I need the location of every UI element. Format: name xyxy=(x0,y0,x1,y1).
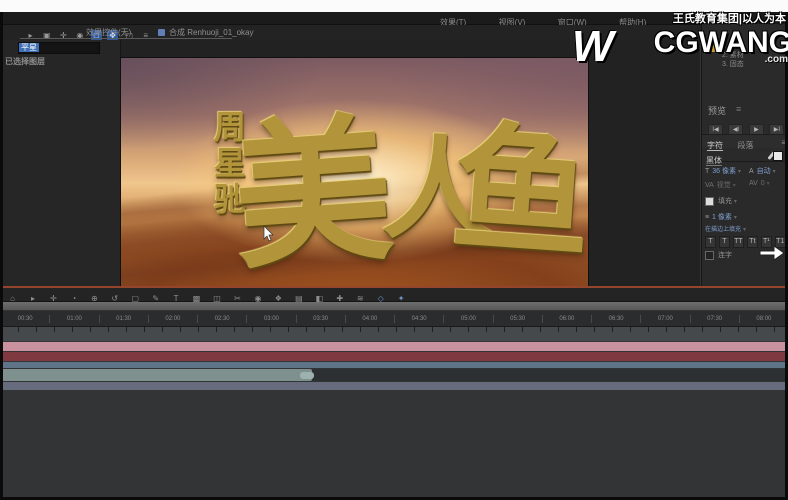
font-size-value[interactable]: 36 像素 xyxy=(712,168,736,175)
stroke-type-row: 在描边上填充 ▾ xyxy=(705,224,786,236)
kerning-value[interactable]: 视觉 xyxy=(717,182,731,189)
tracking-value[interactable]: 0 xyxy=(761,180,765,187)
faux-bold-button[interactable]: T xyxy=(705,236,716,248)
caret-down-icon[interactable]: ▾ xyxy=(738,169,741,175)
font-family-row[interactable]: 黑体 xyxy=(706,150,785,166)
ruler-tick: 05:00 xyxy=(443,314,492,323)
ruler-tick: 07:30 xyxy=(689,314,739,323)
ruler-tick: 02:30 xyxy=(197,314,246,323)
ruler-tick: 03:30 xyxy=(295,314,345,323)
tracking-icon: AV xyxy=(749,180,758,187)
small-caps-button[interactable]: Tt xyxy=(746,236,758,248)
project-status-label: 已选择图层 xyxy=(5,57,45,66)
timeline-ruler[interactable]: 00:30 01:00 01:30 02:00 02:30 03:00 03:3… xyxy=(0,311,788,327)
menu-bar: 效果(T) 视图(V) 窗口(W) 帮助(H) xyxy=(0,12,788,27)
timeline-empty-area xyxy=(0,390,788,497)
project-item-list: 1. 合成 2. 素材 3. 固态 xyxy=(702,42,744,69)
project-item[interactable]: 3. 固态 xyxy=(722,60,744,69)
search-input[interactable]: 平星 xyxy=(18,42,100,54)
panel-arrow-cursor-icon xyxy=(759,245,785,261)
mouse-cursor-icon xyxy=(263,226,274,242)
ruler-tick: 06:00 xyxy=(541,314,591,323)
ruler-tick: 04:00 xyxy=(344,314,394,323)
layer-bar-pink[interactable] xyxy=(0,342,788,351)
all-caps-button[interactable]: TT xyxy=(732,236,744,248)
ruler-tick: 08:00 xyxy=(738,314,788,323)
ruler-tick: 07:00 xyxy=(640,314,689,323)
composition-viewport[interactable]: 周星驰 美 人 鱼 xyxy=(120,57,589,287)
ligatures-label: 连字 xyxy=(717,252,732,259)
ruler-tick: 04:30 xyxy=(394,314,443,323)
after-effects-window: 效果(T) 视图(V) 窗口(W) 帮助(H) ▸ ▣ ✛ ◉ □ ✥ ▢ ≡ … xyxy=(0,0,788,500)
project-panel: 平星 已选择图层 xyxy=(0,40,121,286)
layer-bar-teal[interactable] xyxy=(0,369,312,381)
ruler-tick: 05:30 xyxy=(492,314,542,323)
tab-composition-label: 合成 Renhuoji_01_okay xyxy=(169,28,254,37)
stroke-width-icon: ≡ xyxy=(705,214,710,221)
keyframe-marker-row[interactable] xyxy=(0,327,788,341)
tab-paragraph[interactable]: 段落 xyxy=(737,141,753,150)
project-item[interactable]: 2. 素材 xyxy=(722,51,744,60)
font-family-value[interactable]: 黑体 xyxy=(706,156,722,166)
leading-icon: A xyxy=(749,168,754,175)
caret-down-icon[interactable]: ▾ xyxy=(743,227,746,233)
ruler-tick: 06:30 xyxy=(591,314,640,323)
search-selected-text: 平星 xyxy=(19,43,39,52)
kerning-row: VA 视觉 ▾ AV 0 ▾ xyxy=(705,180,786,192)
ligatures-checkbox[interactable] xyxy=(705,250,714,260)
layer-bar-blue[interactable] xyxy=(0,382,788,390)
ruler-tick: 03:00 xyxy=(246,314,295,323)
layer-bar-slate[interactable] xyxy=(0,362,788,368)
title-char-mei: 美 xyxy=(227,96,399,287)
leading-value[interactable]: 自动 xyxy=(757,168,771,175)
stroke-type-value[interactable]: 在描边上填充 xyxy=(705,227,741,233)
layer-track-empty xyxy=(312,369,788,381)
preview-panel-title: 预览 xyxy=(708,106,727,116)
title-char-yu: 鱼 xyxy=(446,106,589,280)
main-toolbar: ⌂ ▸ ✛ ◔ ⊕ ↺ ▢ ✎ T ▩ ◫ ✂ ◉ ❖ ▤ ◧ ✚ ≋ ◇ ✦ xyxy=(0,288,788,303)
ruler-tick: 02:00 xyxy=(147,314,197,323)
font-size-row: T 36 像素 ▾ A 自动 ▾ xyxy=(705,166,786,178)
tab-underline xyxy=(20,38,232,39)
stroke-width-value[interactable]: 1 像素 xyxy=(712,214,732,221)
caret-down-icon[interactable]: ▾ xyxy=(734,215,737,221)
caret-down-icon[interactable]: ▾ xyxy=(773,169,776,175)
left-edge xyxy=(0,12,3,500)
layer-bar-teal-endcap[interactable] xyxy=(300,372,314,379)
panel-tab-row: ▸ ▣ ✛ ◉ □ ✥ ▢ ≡ 效果控件(无) 合成 Renhuoji_01_o… xyxy=(0,25,788,41)
kerning-icon: VA xyxy=(705,182,714,189)
composition-icon xyxy=(158,29,165,37)
ligatures-row: 连字 xyxy=(705,250,732,260)
fill-color-swatch[interactable] xyxy=(773,151,783,161)
fill-label: 填充 xyxy=(717,198,732,205)
caret-down-icon[interactable]: ▾ xyxy=(733,183,736,189)
timeline-horizontal-scrollbar[interactable] xyxy=(0,302,788,310)
faux-italic-button[interactable]: T xyxy=(718,236,730,248)
project-item[interactable]: 1. 合成 xyxy=(722,42,744,51)
preview-menu-icon[interactable]: ≡ xyxy=(736,104,741,114)
fill-row: 填充 ▾ xyxy=(705,196,786,208)
ruler-tick: 01:00 xyxy=(49,314,98,323)
stroke-row: ≡ 1 像素 ▾ xyxy=(705,212,786,224)
ruler-tick: 00:30 xyxy=(0,314,49,323)
caret-down-icon[interactable]: ▾ xyxy=(734,199,737,205)
font-size-icon: T xyxy=(705,168,710,175)
ruler-tick: 01:30 xyxy=(98,314,148,323)
fill-swatch-icon[interactable] xyxy=(705,196,714,206)
caret-down-icon[interactable]: ▾ xyxy=(767,181,770,187)
letterbox-strip xyxy=(0,0,788,12)
layer-bar-red[interactable] xyxy=(0,352,788,361)
character-tab-row: 字符 段落 ≡ xyxy=(702,134,788,151)
